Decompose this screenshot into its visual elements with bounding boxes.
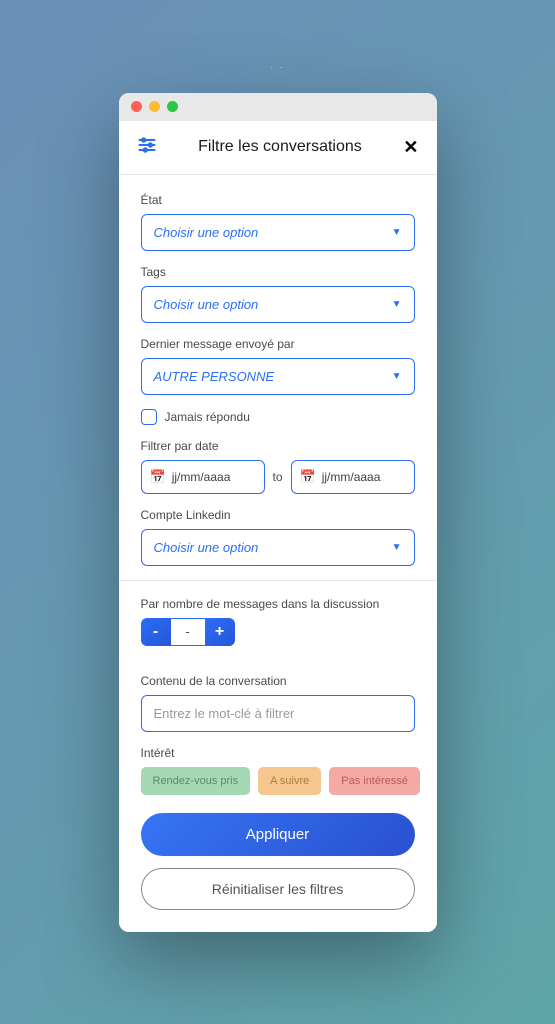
field-interet: Intérêt Rendez-vous pris A suivre Pas in… — [141, 746, 415, 795]
tag-a-suivre[interactable]: A suivre — [258, 767, 321, 795]
field-dernier-message: Dernier message envoyé par AUTRE PERSONN… — [141, 337, 415, 395]
jamais-repondu-label: Jamais répondu — [165, 410, 250, 424]
interet-tags: Rendez-vous pris A suivre Pas intéressé — [141, 767, 415, 795]
calendar-icon: 📅 — [150, 469, 166, 485]
date-from-placeholder: jj/mm/aaaa — [172, 470, 231, 484]
stepper-plus-button[interactable]: + — [205, 618, 235, 646]
field-compte-linkedin: Compte Linkedin Choisir une option ▼ — [141, 508, 415, 566]
nb-messages-label: Par nombre de messages dans la discussio… — [141, 597, 415, 611]
tags-select[interactable]: Choisir une option ▼ — [141, 286, 415, 323]
contenu-label: Contenu de la conversation — [141, 674, 415, 688]
divider — [119, 580, 437, 581]
dernier-message-label: Dernier message envoyé par — [141, 337, 415, 351]
date-separator: to — [273, 470, 283, 484]
dernier-message-value: AUTRE PERSONNE — [154, 369, 275, 384]
window-titlebar — [119, 93, 437, 121]
date-row: 📅 jj/mm/aaaa to 📅 jj/mm/aaaa — [141, 460, 415, 494]
chevron-down-icon: ▼ — [392, 227, 402, 238]
field-nb-messages: Par nombre de messages dans la discussio… — [141, 597, 415, 660]
interet-label: Intérêt — [141, 746, 415, 760]
date-to-placeholder: jj/mm/aaaa — [322, 470, 381, 484]
close-icon[interactable]: ✕ — [403, 137, 418, 158]
field-par-date: Filtrer par date 📅 jj/mm/aaaa to 📅 jj/mm… — [141, 439, 415, 494]
chevron-down-icon: ▼ — [392, 371, 402, 382]
decorative-dots: · · — [270, 62, 285, 72]
stepper-minus-button[interactable]: - — [141, 618, 171, 646]
window-minimize-dot[interactable] — [149, 101, 160, 112]
filter-window: Filtre les conversations ✕ État Choisir … — [119, 93, 437, 932]
tag-pas-interesse[interactable]: Pas intéressé — [329, 767, 420, 795]
compte-linkedin-placeholder: Choisir une option — [154, 540, 259, 555]
tag-rendez-vous[interactable]: Rendez-vous pris — [141, 767, 251, 795]
etat-placeholder: Choisir une option — [154, 225, 259, 240]
compte-linkedin-select[interactable]: Choisir une option ▼ — [141, 529, 415, 566]
filter-icon — [137, 135, 157, 160]
apply-button[interactable]: Appliquer — [141, 813, 415, 856]
panel-title: Filtre les conversations — [198, 138, 362, 156]
calendar-icon: 📅 — [300, 469, 316, 485]
chevron-down-icon: ▼ — [392, 299, 402, 310]
window-maximize-dot[interactable] — [167, 101, 178, 112]
jamais-repondu-row: Jamais répondu — [141, 409, 415, 425]
chevron-down-icon: ▼ — [392, 542, 402, 553]
compte-linkedin-label: Compte Linkedin — [141, 508, 415, 522]
field-contenu: Contenu de la conversation — [141, 674, 415, 732]
etat-select[interactable]: Choisir une option ▼ — [141, 214, 415, 251]
panel-header: Filtre les conversations ✕ — [119, 121, 437, 175]
stepper-value: - — [171, 618, 205, 646]
dernier-message-select[interactable]: AUTRE PERSONNE ▼ — [141, 358, 415, 395]
contenu-input[interactable] — [141, 695, 415, 732]
nb-messages-stepper: - - + — [141, 618, 235, 646]
par-date-label: Filtrer par date — [141, 439, 415, 453]
tags-label: Tags — [141, 265, 415, 279]
etat-label: État — [141, 193, 415, 207]
date-from-input[interactable]: 📅 jj/mm/aaaa — [141, 460, 265, 494]
date-to-input[interactable]: 📅 jj/mm/aaaa — [291, 460, 415, 494]
jamais-repondu-checkbox[interactable] — [141, 409, 157, 425]
window-close-dot[interactable] — [131, 101, 142, 112]
panel-content: État Choisir une option ▼ Tags Choisir u… — [119, 175, 437, 932]
field-tags: Tags Choisir une option ▼ — [141, 265, 415, 323]
tags-placeholder: Choisir une option — [154, 297, 259, 312]
field-etat: État Choisir une option ▼ — [141, 193, 415, 251]
reset-button[interactable]: Réinitialiser les filtres — [141, 868, 415, 910]
